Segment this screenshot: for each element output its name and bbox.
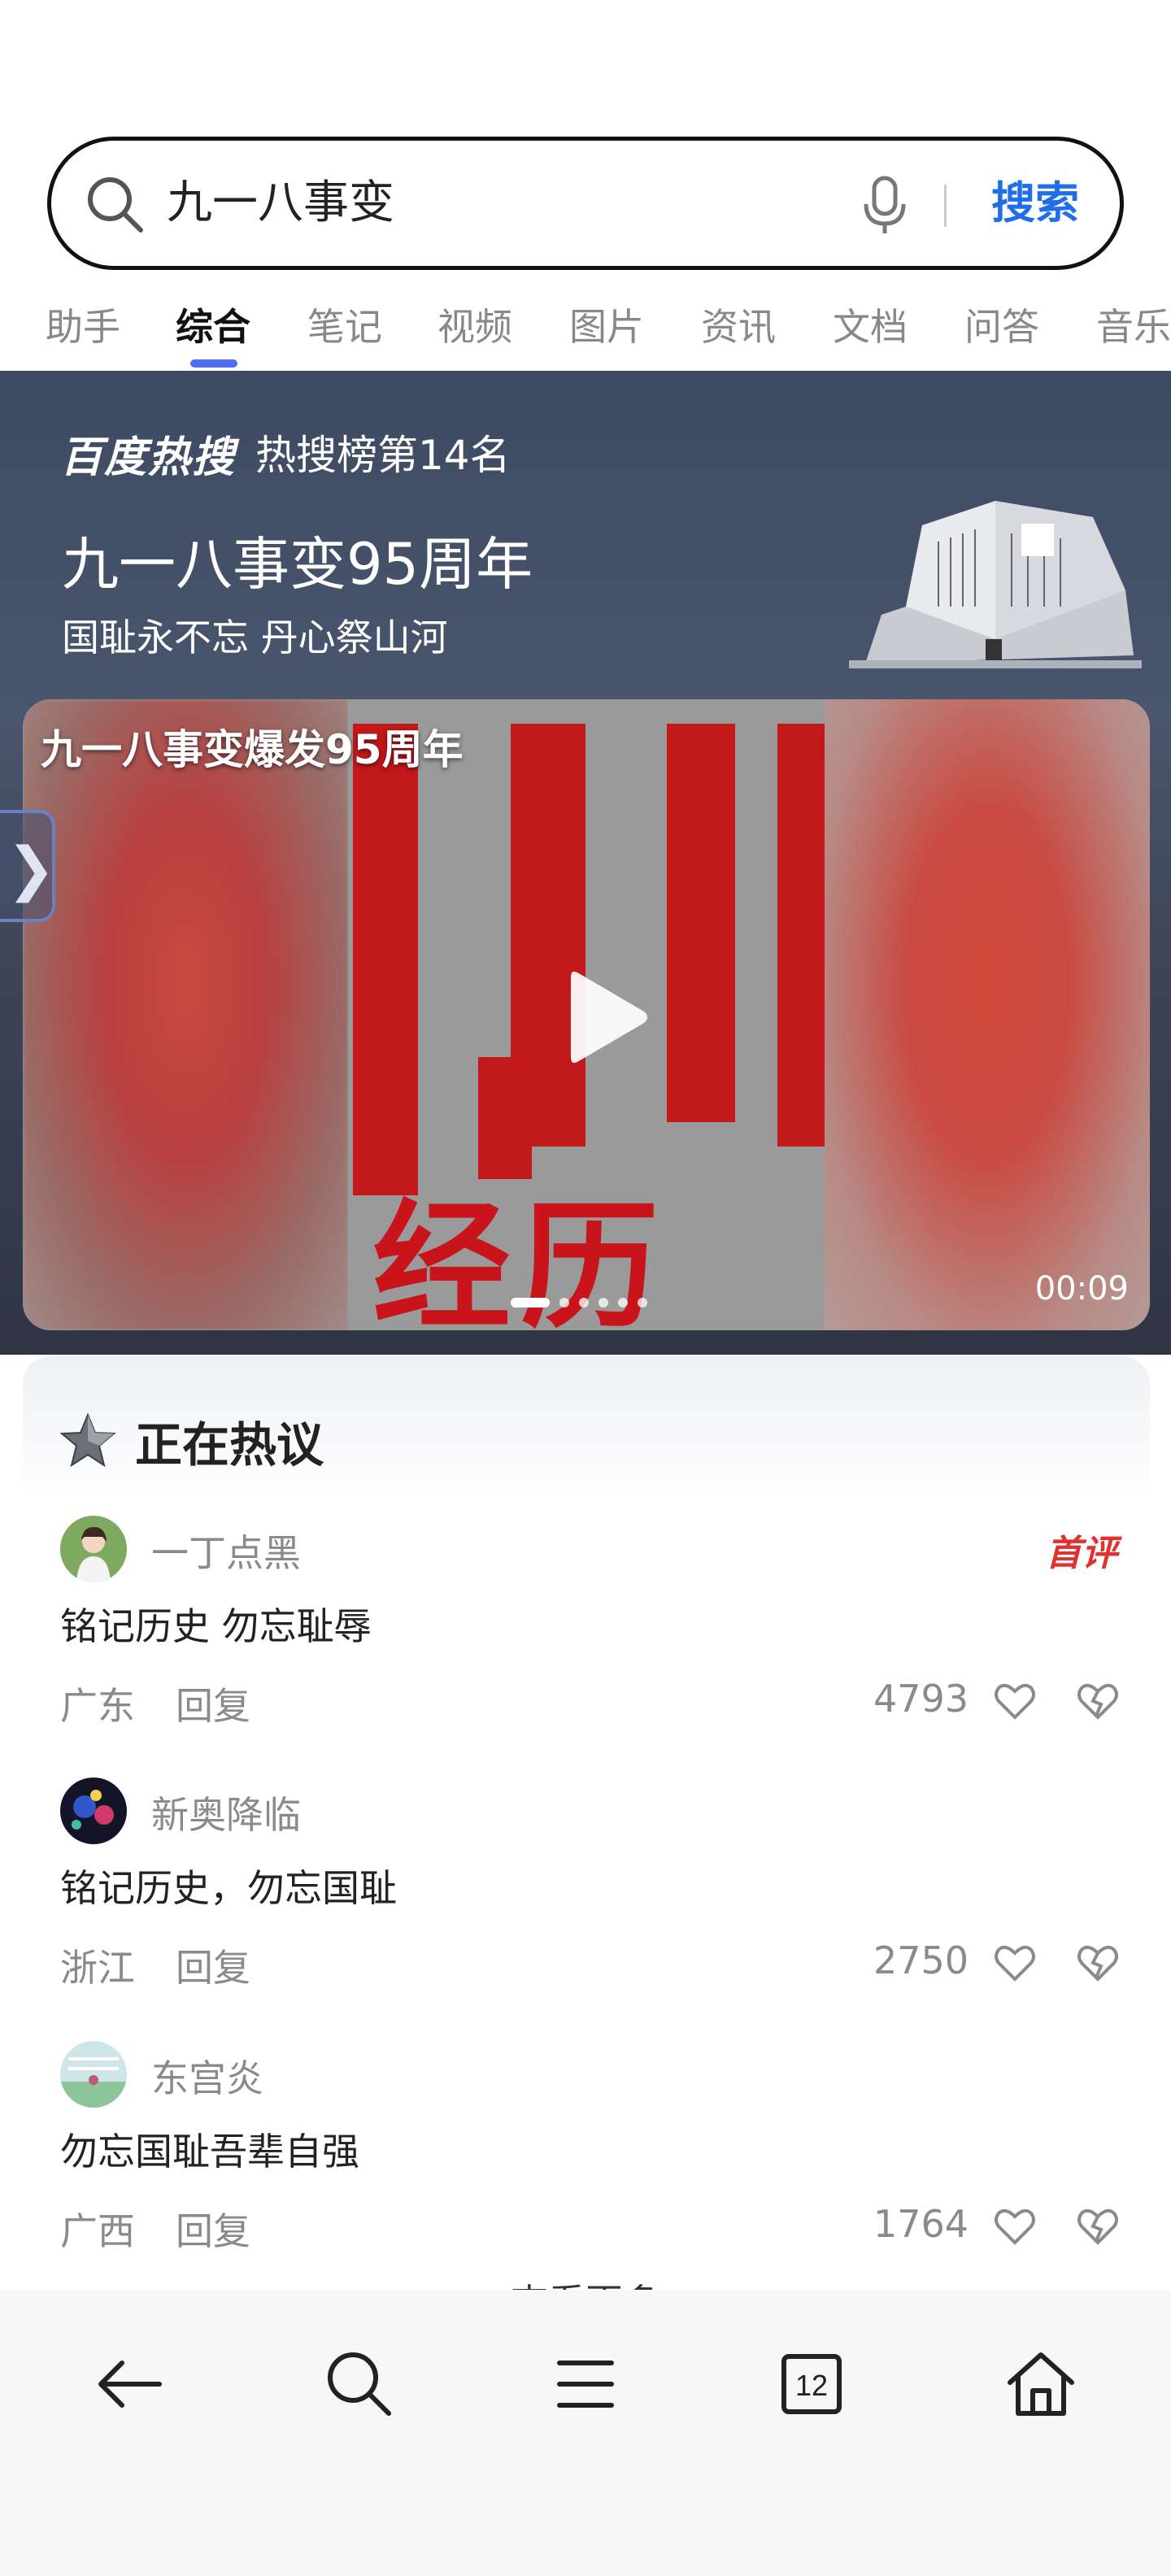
tab-notes[interactable]: 笔记 [307, 298, 382, 351]
dislike-icon[interactable] [1075, 1678, 1121, 1724]
search-icon [88, 177, 143, 233]
search-divider [944, 185, 947, 227]
carousel-dot[interactable] [638, 1298, 647, 1308]
tabs-count: 12 [795, 2369, 828, 2402]
comment-text: 勿忘国耻吾辈自强 [60, 2130, 359, 2174]
baidu-hot-logo: 百度热搜 [60, 433, 237, 482]
hot-rank-text: 热搜榜第14名 [255, 432, 511, 479]
tab-video[interactable]: 视频 [437, 298, 512, 351]
heart-icon[interactable] [992, 1940, 1038, 1986]
category-tabs: 助手 综合 笔记 视频 图片 资讯 文档 问答 音乐 [0, 286, 1171, 371]
play-icon[interactable] [563, 964, 652, 1070]
carousel-dot[interactable] [559, 1298, 569, 1308]
like-count: 2750 [873, 1939, 969, 1982]
hot-topic-subtitle: 国耻永不忘 丹心祭山河 [62, 616, 448, 659]
comment-username[interactable]: 新奥降临 [151, 1786, 301, 1839]
comment-location: 浙江 [60, 1946, 135, 1990]
reply-button[interactable]: 回复 [176, 1677, 250, 1730]
carousel-dot[interactable] [579, 1298, 589, 1308]
video-duration: 00:09 [1034, 1270, 1129, 1308]
search-icon[interactable] [320, 2345, 398, 2423]
search-button[interactable]: 搜索 [991, 141, 1079, 266]
carousel-dots [511, 1298, 647, 1308]
discussion-card: 正在热议 一丁点黑 首评 铭记历史 勿忘耻辱 广东 回复 4793 新奥降临 铭… [23, 1356, 1150, 2300]
home-icon[interactable] [1002, 2345, 1080, 2423]
tab-images[interactable]: 图片 [569, 298, 644, 351]
star-icon [59, 1412, 116, 1468]
video-title: 九一八事变爆发95周年 [41, 726, 464, 773]
chevron-right-icon: ❯ [7, 834, 56, 903]
comment-text: 铭记历史 勿忘耻辱 [60, 1604, 372, 1648]
reply-button[interactable]: 回复 [176, 2202, 250, 2256]
tab-assistant[interactable]: 助手 [46, 298, 120, 351]
first-comment-badge: 首评 [1046, 1533, 1117, 1574]
dislike-icon[interactable] [1075, 2204, 1121, 2249]
heart-icon[interactable] [992, 1678, 1038, 1724]
carousel-dot[interactable] [599, 1298, 608, 1308]
video-blur-right [825, 699, 1150, 1330]
search-input[interactable]: 九一八事变 [167, 141, 394, 266]
comment-username[interactable]: 一丁点黑 [151, 1524, 301, 1577]
video-blur-left [23, 699, 348, 1330]
comment-location: 广东 [60, 1684, 135, 1728]
tab-documents[interactable]: 文档 [833, 298, 908, 351]
discussion-title: 正在热议 [135, 1417, 324, 1473]
avatar[interactable] [60, 1778, 127, 1844]
tab-general[interactable]: 综合 [176, 298, 250, 351]
video-player[interactable]: 经历 九一八事变爆发95周年 00:09 [23, 699, 1150, 1330]
reply-button[interactable]: 回复 [176, 1939, 250, 1992]
active-tab-indicator [190, 359, 237, 368]
comment-username[interactable]: 东宫炎 [151, 2049, 263, 2103]
heart-icon[interactable] [992, 2204, 1038, 2249]
carousel-dot[interactable] [618, 1298, 628, 1308]
avatar[interactable] [60, 1516, 127, 1582]
comment-location: 广西 [60, 2209, 135, 2253]
tab-music[interactable]: 音乐 [1096, 298, 1171, 351]
tabs-count-icon[interactable]: 12 [773, 2345, 851, 2423]
tab-qa[interactable]: 问答 [964, 298, 1039, 351]
monument-image [849, 501, 1142, 668]
back-arrow-icon[interactable] [91, 2345, 169, 2423]
avatar[interactable] [60, 2041, 127, 2108]
microphone-icon[interactable] [856, 175, 913, 237]
like-count: 4793 [873, 1677, 969, 1721]
side-panel-handle[interactable]: ❯ [0, 810, 55, 922]
tab-news[interactable]: 资讯 [701, 298, 776, 351]
dislike-icon[interactable] [1075, 1940, 1121, 1986]
comment-text: 铭记历史，勿忘国耻 [60, 1866, 397, 1910]
bottom-nav-bar: 12 [0, 2290, 1171, 2576]
menu-icon[interactable] [546, 2345, 625, 2423]
carousel-dot-active[interactable] [511, 1298, 550, 1308]
hot-topic-title[interactable]: 九一八事变95周年 [62, 519, 533, 601]
search-bar[interactable]: 九一八事变 搜索 [47, 137, 1124, 270]
like-count: 1764 [873, 2202, 969, 2246]
